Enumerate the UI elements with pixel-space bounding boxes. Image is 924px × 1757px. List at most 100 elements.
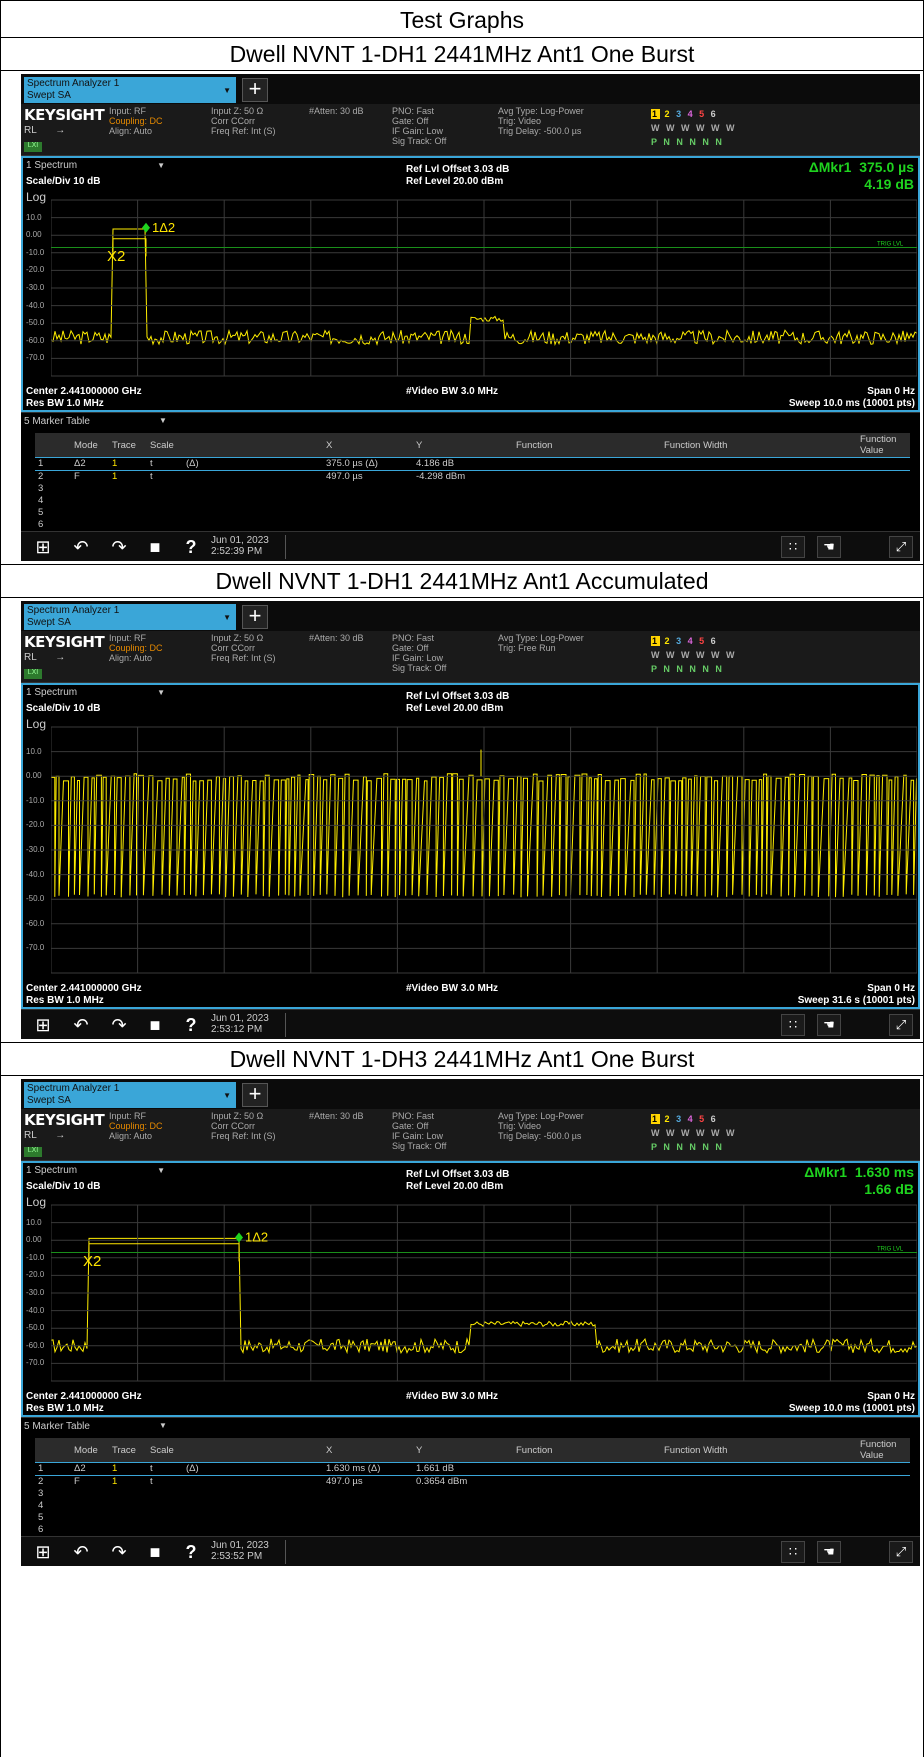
table-cell: 6 bbox=[38, 519, 44, 530]
spectrum-dropdown[interactable]: 1 Spectrum ▼ bbox=[26, 1165, 165, 1176]
touch-icon[interactable]: ☚ bbox=[817, 536, 841, 558]
table-row[interactable]: 3 bbox=[35, 1488, 910, 1500]
y-tick-label: -30.0 bbox=[26, 845, 45, 854]
trace-status[interactable]: 1 2 3 4 5 6 W W W W W W P N N N N N bbox=[651, 107, 736, 149]
atten-setting[interactable]: #Atten: 30 dB bbox=[309, 106, 364, 116]
sweep-settings[interactable]: PNO: Fast Gate: Off IF Gain: Low Sig Track:… bbox=[392, 106, 446, 146]
trace-status[interactable]: 1 2 3 4 5 6 W W W W W W P N N N N N bbox=[651, 634, 736, 676]
table-cell: 375.0 µs (Δ) bbox=[323, 457, 413, 471]
input-settings[interactable]: Input: RF Coupling: DC Align: Auto bbox=[109, 106, 163, 136]
input-settings[interactable]: Input: RF Coupling: DC Align: Auto bbox=[109, 633, 163, 663]
mode-selector[interactable]: Spectrum Analyzer 1 Swept SA ▼ bbox=[24, 1082, 236, 1108]
windows-icon[interactable]: ⊞ bbox=[31, 535, 55, 559]
add-screen-button[interactable]: + bbox=[242, 605, 268, 629]
table-cell: (Δ) bbox=[183, 1462, 323, 1476]
mode-selector[interactable]: Spectrum Analyzer 1 Swept SA ▼ bbox=[24, 604, 236, 630]
sweep-settings[interactable]: PNO: Fast Gate: Off IF Gain: Low Sig Track:… bbox=[392, 633, 446, 673]
atten-setting[interactable]: #Atten: 30 dB bbox=[309, 1111, 364, 1121]
chevron-down-icon: ▼ bbox=[223, 86, 231, 95]
table-cell bbox=[857, 1476, 910, 1489]
y-tick-label: -40.0 bbox=[26, 869, 45, 879]
table-cell: -4.298 dBm bbox=[416, 471, 466, 482]
trace-plot[interactable]: 10.0 0.00 -10.0 -20.0 -30.0 -40.0 -50.0 -60.0 -7… bbox=[23, 719, 918, 981]
fullscreen-icon[interactable]: ⤢ bbox=[889, 536, 913, 558]
table-cell bbox=[323, 1488, 413, 1500]
folder-icon[interactable]: ■ bbox=[143, 535, 167, 559]
table-row[interactable]: 5 bbox=[35, 1512, 910, 1524]
table-row[interactable]: 2 F 1 t 497.0 µs -4.298 dBm bbox=[35, 471, 910, 484]
table-row[interactable]: 6 bbox=[35, 1524, 910, 1536]
table-row[interactable]: 1 Δ2 1 t (Δ) 375.0 µs (Δ) 4.186 dB bbox=[35, 457, 910, 471]
mode-line1: Spectrum Analyzer 1 bbox=[27, 1083, 120, 1094]
settings-bar: KEYSIGHT RL → LXI Input: RF Coupling: DC A… bbox=[21, 104, 920, 156]
y-tick-label: 0.00 bbox=[26, 1235, 42, 1245]
table-row[interactable]: 5 bbox=[35, 507, 910, 519]
trigger-settings[interactable]: Avg Type: Log-Power Trig: Video Trig Delay… bbox=[498, 106, 584, 136]
touch-icon[interactable]: ☚ bbox=[817, 1014, 841, 1036]
grid-icon[interactable]: ∷ bbox=[781, 1541, 805, 1563]
fullscreen-icon[interactable]: ⤢ bbox=[889, 1541, 913, 1563]
folder-icon[interactable]: ■ bbox=[143, 1540, 167, 1564]
table-row[interactable]: 4 bbox=[35, 1500, 910, 1512]
undo-icon[interactable]: ↶ bbox=[69, 535, 93, 559]
input-z-settings[interactable]: Input Z: 50 Ω Corr CCorr Freq Ref: Int (S) bbox=[211, 633, 276, 663]
table-row[interactable]: 1 Δ2 1 t (Δ) 1.630 ms (Δ) 1.661 dB bbox=[35, 1462, 910, 1476]
table-row[interactable]: 6 bbox=[35, 519, 910, 531]
spectrum-window[interactable]: 1 Spectrum ▼ Scale/Div 10 dB Ref Lvl Offs… bbox=[21, 1161, 920, 1417]
help-icon[interactable]: ? bbox=[179, 1540, 203, 1564]
fullscreen-icon[interactable]: ⤢ bbox=[889, 1014, 913, 1036]
table-row[interactable]: 3 bbox=[35, 483, 910, 495]
trace-plot[interactable]: 10.0 0.00 -10.0 -20.0 -30.0 -40.0 -50.0 -60.0 -7… bbox=[23, 192, 918, 384]
trace-plot[interactable]: 10.0 0.00 -10.0 -20.0 -30.0 -40.0 -50.0 -60.0 -7… bbox=[23, 1197, 918, 1389]
redo-icon[interactable]: ↷ bbox=[107, 1013, 131, 1037]
undo-icon[interactable]: ↶ bbox=[69, 1013, 93, 1037]
table-cell bbox=[323, 1524, 413, 1536]
trigger-settings[interactable]: Avg Type: Log-Power Trig: Free Run bbox=[498, 633, 584, 653]
scale-div: Scale/Div 10 dB bbox=[26, 1181, 101, 1192]
spectrum-window[interactable]: 1 Spectrum ▼ Scale/Div 10 dB Ref Lvl Offs… bbox=[21, 683, 920, 1009]
redo-icon[interactable]: ↷ bbox=[107, 535, 131, 559]
redo-icon[interactable]: ↷ bbox=[107, 1540, 131, 1564]
marker-table-dropdown[interactable]: 5 Marker Table ▼ bbox=[21, 413, 920, 433]
help-icon[interactable]: ? bbox=[179, 1013, 203, 1037]
atten-setting[interactable]: #Atten: 30 dB bbox=[309, 633, 364, 643]
table-cell bbox=[661, 507, 857, 519]
spectrum-dropdown[interactable]: 1 Spectrum ▼ bbox=[26, 687, 165, 698]
input-settings[interactable]: Input: RF Coupling: DC Align: Auto bbox=[109, 1111, 163, 1141]
grid-icon[interactable]: ∷ bbox=[781, 1014, 805, 1036]
y-tick-label: -40.0 bbox=[26, 1305, 45, 1315]
analyzer-screenshot-2: Spectrum Analyzer 1 Swept SA ▼ + KEYSIGH… bbox=[21, 601, 920, 1039]
lxi-badge: LXI bbox=[24, 1147, 42, 1157]
trace-w-row: W W W W W W bbox=[651, 123, 737, 133]
grid-icon[interactable]: ∷ bbox=[781, 536, 805, 558]
input-z-settings[interactable]: Input Z: 50 Ω Corr CCorr Freq Ref: Int (S) bbox=[211, 1111, 276, 1141]
y-tick-label: -30.0 bbox=[26, 283, 45, 292]
marker-table[interactable]: Mode Trace Scale X Y Function Function Width Fu… bbox=[35, 1438, 910, 1536]
spectrum-dropdown[interactable]: 1 Spectrum ▼ bbox=[26, 160, 165, 171]
settings-bar: KEYSIGHT RL → LXI Input: RF Coupling: DC A… bbox=[21, 631, 920, 683]
sweep-settings[interactable]: PNO: Fast Gate: Off IF Gain: Low Sig Track:… bbox=[392, 1111, 446, 1151]
trace-status[interactable]: 1 2 3 4 5 6 W W W W W W P N N N N N bbox=[651, 1112, 736, 1154]
brand-logo: KEYSIGHT bbox=[24, 1111, 105, 1129]
add-screen-button[interactable]: + bbox=[242, 1083, 268, 1107]
add-screen-button[interactable]: + bbox=[242, 78, 268, 102]
table-cell bbox=[661, 1462, 857, 1476]
table-row[interactable]: 4 bbox=[35, 495, 910, 507]
touch-icon[interactable]: ☚ bbox=[817, 1541, 841, 1563]
marker-table-dropdown[interactable]: 5 Marker Table ▼ bbox=[21, 1418, 920, 1438]
windows-icon[interactable]: ⊞ bbox=[31, 1013, 55, 1037]
help-icon[interactable]: ? bbox=[179, 535, 203, 559]
folder-icon[interactable]: ■ bbox=[143, 1013, 167, 1037]
mode-selector[interactable]: Spectrum Analyzer 1 Swept SA ▼ bbox=[24, 77, 236, 103]
spectrum-window[interactable]: 1 Spectrum ▼ Scale/Div 10 dB Ref Lvl Offs… bbox=[21, 156, 920, 412]
table-cell bbox=[183, 1476, 323, 1489]
input-z-settings[interactable]: Input Z: 50 Ω Corr CCorr Freq Ref: Int (S) bbox=[211, 106, 276, 136]
undo-icon[interactable]: ↶ bbox=[69, 1540, 93, 1564]
table-row[interactable]: 2 F 1 t 497.0 µs 0.3654 dBm bbox=[35, 1476, 910, 1489]
table-cell bbox=[857, 1512, 910, 1524]
marker-table[interactable]: Mode Trace Scale X Y Function Function Width Fu… bbox=[35, 433, 910, 531]
table-cell: (Δ) bbox=[183, 457, 323, 471]
windows-icon[interactable]: ⊞ bbox=[31, 1540, 55, 1564]
trigger-settings[interactable]: Avg Type: Log-Power Trig: Video Trig Delay… bbox=[498, 1111, 584, 1141]
trace-numbers: 1 2 3 4 5 6 bbox=[651, 1114, 718, 1124]
